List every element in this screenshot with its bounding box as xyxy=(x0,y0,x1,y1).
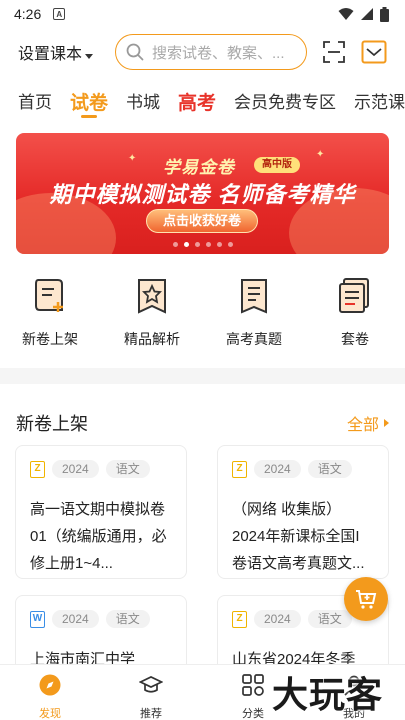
subject-tag: 语文 xyxy=(307,460,352,478)
paper-card[interactable]: Z 2024 语文 高一语文期中模拟卷01（统编版通用，必修上册1~4... xyxy=(15,445,187,579)
nav-recommend[interactable]: 推荐 xyxy=(121,673,181,720)
wifi-icon xyxy=(338,8,354,20)
watermark: 大玩客 xyxy=(272,674,384,715)
battery-icon xyxy=(380,6,389,22)
year-tag: 2024 xyxy=(52,610,99,628)
card-tags: W 2024 语文 xyxy=(30,610,172,628)
cart-icon xyxy=(356,590,377,609)
category-grid-icon xyxy=(242,674,264,696)
banner-title: 期中模拟测试卷 名师备考精华 xyxy=(49,182,356,207)
tab-demo-lesson[interactable]: 示范课 xyxy=(354,88,405,118)
tab-gaokao[interactable]: 高考 xyxy=(178,88,216,118)
discover-icon xyxy=(39,674,61,696)
nav-label: 推荐 xyxy=(140,708,162,720)
zip-file-icon: Z xyxy=(232,460,247,478)
banner-page-dot[interactable] xyxy=(216,242,222,247)
quick-entries: 新卷上架 精品解析 高考真题 套卷 xyxy=(0,276,405,348)
message-icon[interactable] xyxy=(361,40,387,64)
category-tabs: 首页 试卷 书城 高考 会员免费专区 示范课 xyxy=(0,88,405,122)
paper-set-icon xyxy=(339,278,369,313)
year-tag: 2024 xyxy=(52,460,99,478)
card-title: 高一语文期中模拟卷01（统编版通用，必修上册1~4... xyxy=(30,501,167,572)
status-bar: 4:26 A xyxy=(0,0,405,28)
zip-file-icon: Z xyxy=(30,460,45,478)
nav-discover[interactable]: 发现 xyxy=(20,673,80,720)
section-divider xyxy=(0,368,405,384)
subject-tag: 语文 xyxy=(105,460,150,478)
quick-entry-label: 精品解析 xyxy=(124,331,180,347)
banner-page-dot[interactable] xyxy=(172,242,178,247)
tab-member-free[interactable]: 会员免费专区 xyxy=(234,88,336,118)
subject-tag: 语文 xyxy=(105,610,150,628)
scan-icon[interactable] xyxy=(322,40,346,64)
quick-entry-label: 高考真题 xyxy=(226,331,282,347)
section-title: 新卷上架 xyxy=(16,414,88,434)
word-file-icon: W xyxy=(30,610,45,628)
banner-page-dot[interactable] xyxy=(227,242,233,247)
search-icon xyxy=(126,43,144,61)
banner-pagination xyxy=(16,242,389,247)
card-tags: Z 2024 语文 xyxy=(232,460,374,478)
banner-badge: 高中版 xyxy=(254,157,300,173)
sparkle-icon: ✦ xyxy=(316,149,325,160)
quick-entry-paper-sets[interactable]: 套卷 xyxy=(315,276,395,349)
quick-entry-featured-analysis[interactable]: 精品解析 xyxy=(112,276,192,349)
status-indicators xyxy=(338,6,389,22)
banner-brand: 学易金卷 xyxy=(163,158,235,177)
new-paper-icon xyxy=(35,279,63,312)
year-tag: 2024 xyxy=(254,610,301,628)
quick-entry-label: 新卷上架 xyxy=(22,331,78,347)
promo-banner[interactable]: ✦ ✦ 学易金卷 高中版 期中模拟测试卷 名师备考精华 点击收获好卷 xyxy=(16,133,389,254)
zip-file-icon: Z xyxy=(232,610,247,628)
card-title: （网络 收集版）2024年新课标全国I卷语文高考真题文... xyxy=(232,501,365,572)
view-all-link[interactable]: 全部 xyxy=(347,411,389,435)
sparkle-icon: ✦ xyxy=(128,153,137,164)
signal-icon xyxy=(361,8,373,20)
paper-card[interactable]: W 2024 语文 上海市南汇中学 xyxy=(15,595,187,675)
status-time: 4:26 xyxy=(14,6,42,22)
banner-page-dot[interactable] xyxy=(183,242,189,247)
set-course-label: 设置课本 xyxy=(18,46,83,63)
tab-bookstore[interactable]: 书城 xyxy=(126,88,160,118)
quick-entry-label: 套卷 xyxy=(341,331,369,347)
nav-label: 发现 xyxy=(39,708,61,720)
year-tag: 2024 xyxy=(254,460,301,478)
chevron-right-icon xyxy=(384,419,389,427)
star-book-icon xyxy=(138,279,166,314)
paper-card[interactable]: Z 2024 语文 （网络 收集版）2024年新课标全国I卷语文高考真题文... xyxy=(217,445,389,579)
caret-down-icon xyxy=(85,53,94,59)
quick-entry-gaokao-real[interactable]: 高考真题 xyxy=(214,276,294,349)
search-placeholder: 搜索试卷、教案、... xyxy=(152,44,285,62)
notification-icon: A xyxy=(53,8,66,20)
exam-doc-icon xyxy=(241,279,267,314)
view-all-label: 全部 xyxy=(346,417,379,434)
search-input[interactable]: 搜索试卷、教案、... xyxy=(115,34,307,70)
top-bar: 设置课本 搜索试卷、教案、... xyxy=(0,34,405,70)
banner-page-dot[interactable] xyxy=(194,242,200,247)
cart-button[interactable] xyxy=(344,577,388,621)
subject-tag: 语文 xyxy=(307,610,352,628)
tab-home[interactable]: 首页 xyxy=(18,88,52,118)
quick-entry-new-papers[interactable]: 新卷上架 xyxy=(10,276,90,349)
graduation-cap-icon xyxy=(138,676,164,693)
card-tags: Z 2024 语文 xyxy=(30,460,172,478)
banner-cta-button[interactable]: 点击收获好卷 xyxy=(146,209,258,233)
set-course-button[interactable]: 设置课本 xyxy=(18,40,94,64)
banner-page-dot[interactable] xyxy=(205,242,211,247)
tab-papers[interactable]: 试卷 xyxy=(70,88,108,118)
